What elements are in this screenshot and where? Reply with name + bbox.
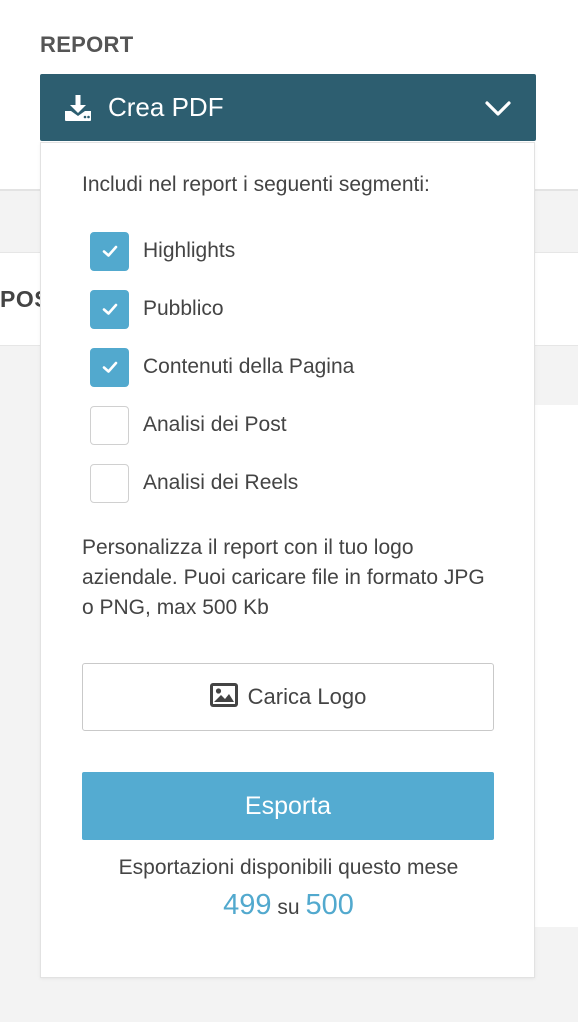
checkbox-checked[interactable]	[90, 289, 129, 329]
dropdown-title: Crea PDF	[108, 92, 224, 122]
segment-analisi-post[interactable]: Analisi dei Post	[90, 405, 287, 445]
dropdown-panel: Includi nel report i seguenti segmenti: …	[40, 142, 535, 978]
segment-contenuti-pagina[interactable]: Contenuti della Pagina	[90, 347, 354, 387]
checkmark-icon	[102, 303, 117, 315]
segment-analisi-reels[interactable]: Analisi dei Reels	[90, 463, 298, 503]
checkbox-unchecked[interactable]	[90, 405, 129, 445]
logo-description: Personalizza il report con il tuo logo a…	[82, 536, 485, 619]
chevron-down-icon[interactable]	[484, 94, 512, 122]
checkbox-unchecked[interactable]	[90, 463, 129, 503]
exports-count: 499 su 500	[41, 889, 536, 922]
checkmark-icon	[102, 245, 117, 257]
segment-highlights[interactable]: Highlights	[90, 231, 235, 271]
checkmark-icon	[102, 361, 117, 373]
checkbox-checked[interactable]	[90, 231, 129, 271]
upload-logo-label: Carica Logo	[247, 684, 367, 709]
exports-total: 500	[305, 889, 354, 921]
segments-intro: Includi nel report i seguenti segmenti:	[82, 173, 430, 196]
segment-label: Analisi dei Post	[143, 413, 287, 436]
export-button[interactable]: Esporta	[82, 772, 494, 840]
segment-label: Highlights	[143, 239, 236, 262]
upload-logo-button[interactable]: Carica Logo	[82, 663, 494, 731]
segment-label: Contenuti della Pagina	[143, 355, 355, 378]
download-icon	[64, 94, 94, 122]
exports-separator: su	[277, 896, 300, 919]
segment-label: Analisi dei Reels	[143, 471, 299, 494]
report-label: REPORT	[40, 32, 134, 57]
segment-pubblico[interactable]: Pubblico	[90, 289, 224, 329]
exports-available: 499	[223, 889, 272, 921]
image-icon	[209, 682, 238, 712]
create-pdf-dropdown[interactable]: Crea PDF	[40, 74, 536, 141]
checkbox-checked[interactable]	[90, 347, 129, 387]
exports-caption: Esportazioni disponibili questo mese	[118, 856, 459, 879]
segment-label: Pubblico	[143, 297, 224, 320]
